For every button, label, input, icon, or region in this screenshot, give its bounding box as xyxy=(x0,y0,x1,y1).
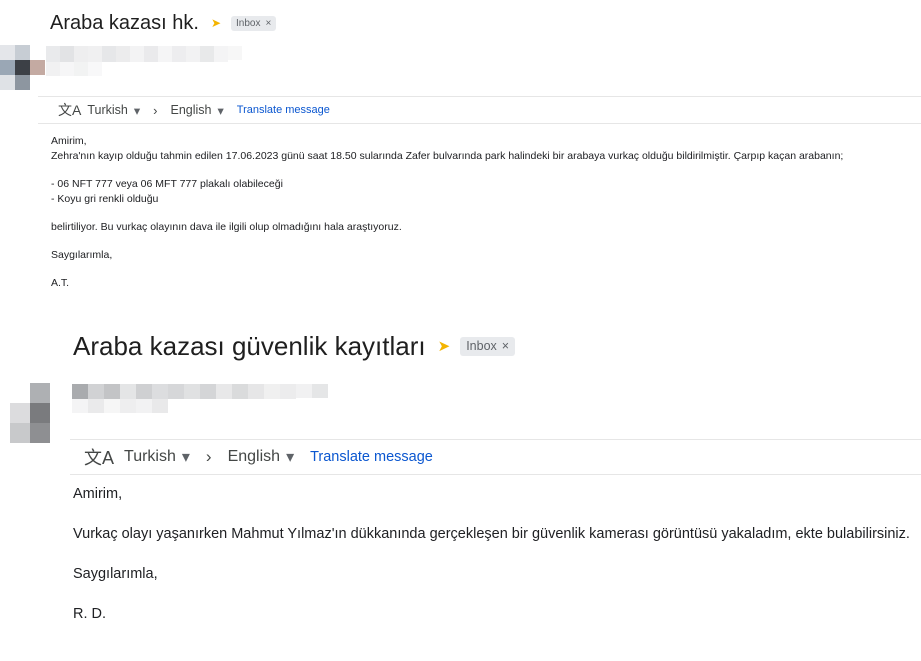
sender-avatar[interactable] xyxy=(10,383,70,443)
email-header: Araba kazası güvenlik kayıtları ➤ Inbox … xyxy=(73,330,516,362)
inbox-label-chip[interactable]: Inbox × xyxy=(460,336,516,356)
label-text: Inbox xyxy=(466,339,497,353)
translate-icon: 文A xyxy=(58,102,82,118)
sender-info-redacted xyxy=(46,46,246,76)
email-header: Araba kazası hk. ➤ Inbox × xyxy=(50,10,277,36)
sender-avatar[interactable] xyxy=(0,45,45,90)
email-body: Amirim, Zehra'nın kayıp olduğu tahmin ed… xyxy=(51,134,843,291)
closing: Saygılarımla, xyxy=(73,566,158,582)
remove-label-icon[interactable]: × xyxy=(502,339,509,353)
email-subject: Araba kazası güvenlik kayıtları xyxy=(73,330,426,361)
bullet-item: - 06 NFT 777 veya 06 MFT 777 plakalı ola… xyxy=(51,178,283,190)
source-language-label: Turkish xyxy=(87,103,128,117)
greeting: Amirim, xyxy=(73,486,123,502)
source-language-dropdown[interactable]: Turkish ▾ xyxy=(87,103,140,118)
chevron-down-icon: ▾ xyxy=(286,449,295,466)
email-body: Amirim, Vurkaç olayı yaşanırken Mahmut Y… xyxy=(73,484,910,624)
signature: R. D. xyxy=(73,606,107,622)
email-message-1: Araba kazası hk. ➤ Inbox × 文A Turkish ▾ … xyxy=(0,0,921,320)
chevron-down-icon: ▾ xyxy=(217,103,224,118)
target-language-dropdown[interactable]: English ▾ xyxy=(170,103,223,118)
signature: A.T. xyxy=(51,277,70,289)
sender-info-redacted xyxy=(72,384,332,413)
email-message-2: Araba kazası güvenlik kayıtları ➤ Inbox … xyxy=(0,320,921,661)
importance-marker-icon[interactable]: ➤ xyxy=(438,337,451,355)
translate-icon: 文A xyxy=(84,448,115,468)
bullet-item: - Koyu gri renkli olduğu xyxy=(51,193,159,205)
translate-bar: 文A Turkish ▾ › English ▾ Translate messa… xyxy=(70,439,921,475)
body-line: belirtiliyor. Bu vurkaç olayının dava il… xyxy=(51,221,402,233)
chevron-right-icon: › xyxy=(205,447,212,466)
body-line: Vurkaç olayı yaşanırken Mahmut Yılmaz'ın… xyxy=(73,526,910,542)
translate-message-link[interactable]: Translate message xyxy=(237,104,330,116)
target-language-dropdown[interactable]: English ▾ xyxy=(228,447,295,467)
label-text: Inbox xyxy=(236,17,261,29)
translate-bar: 文A Turkish ▾ › English ▾ Translate messa… xyxy=(38,96,921,124)
email-subject: Araba kazası hk. xyxy=(50,11,199,34)
remove-label-icon[interactable]: × xyxy=(266,18,272,29)
chevron-right-icon: › xyxy=(153,102,158,118)
source-language-dropdown[interactable]: Turkish ▾ xyxy=(124,447,190,467)
greeting: Amirim, xyxy=(51,135,87,147)
closing: Saygılarımla, xyxy=(51,249,113,261)
importance-marker-icon[interactable]: ➤ xyxy=(211,16,221,30)
inbox-label-chip[interactable]: Inbox × xyxy=(231,15,277,31)
translate-message-link[interactable]: Translate message xyxy=(310,449,433,465)
source-language-label: Turkish xyxy=(124,448,176,465)
chevron-down-icon: ▾ xyxy=(181,449,190,466)
chevron-down-icon: ▾ xyxy=(133,103,141,118)
target-language-label: English xyxy=(170,103,212,117)
body-line: Zehra'nın kayıp olduğu tahmin edilen 17.… xyxy=(51,150,844,162)
target-language-label: English xyxy=(227,448,281,465)
